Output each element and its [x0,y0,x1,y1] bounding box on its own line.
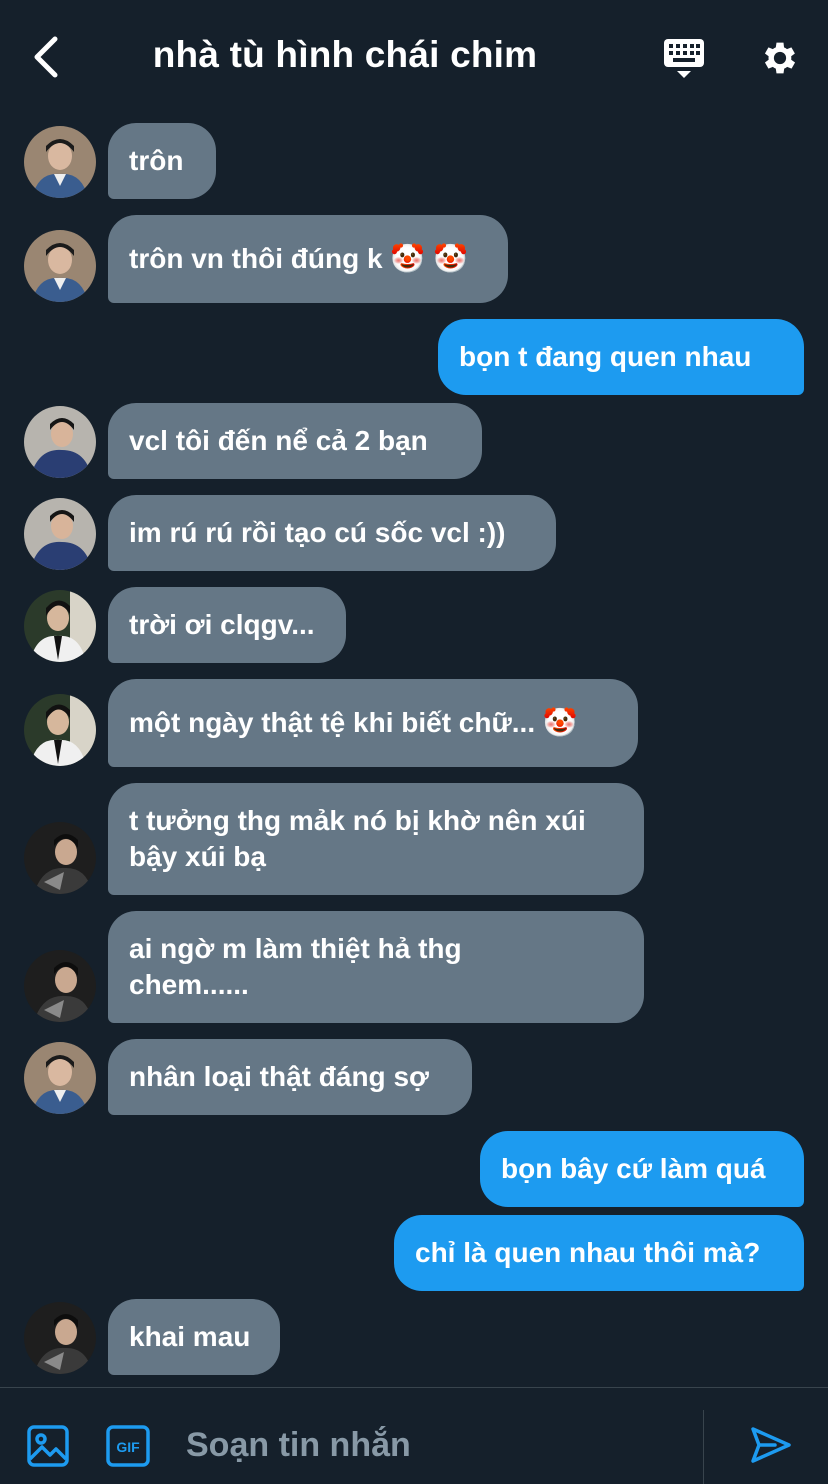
message-bubble[interactable]: t tưởng thg mảk nó bị khờ nên xúi bậy xú… [108,783,644,895]
message-composer: GIF [0,1387,828,1484]
avatar[interactable] [24,1302,96,1374]
message-list[interactable]: trôn trôn vn thôi đúng k 🤡 🤡 bọn t đang … [0,112,828,1387]
conversation-title: nhà tù hình chái chim [152,34,538,75]
send-button[interactable] [748,1422,794,1468]
avatar[interactable] [24,126,96,198]
message-input[interactable] [184,1414,688,1476]
avatar[interactable] [24,1042,96,1114]
gear-icon [764,42,796,74]
avatar[interactable] [24,406,96,478]
send-icon [751,1427,791,1463]
add-image-button[interactable] [26,1424,70,1468]
message-bubble[interactable]: im rú rú rồi tạo cú sốc vcl :)) [108,495,556,571]
avatar[interactable] [24,498,96,570]
keyboard-button[interactable] [660,34,708,82]
avatar[interactable] [24,950,96,1022]
gif-icon: GIF [106,1425,150,1467]
message-bubble[interactable]: trôn vn thôi đúng k 🤡 🤡 [108,215,508,303]
avatar[interactable] [24,590,96,662]
avatar[interactable] [24,230,96,302]
message-bubble[interactable]: bọn t đang quen nhau [438,319,804,395]
message-bubble[interactable]: chỉ là quen nhau thôi mà? [394,1215,804,1291]
message-bubble[interactable]: trôn [108,123,216,199]
message-bubble[interactable]: trời ơi clqgv... [108,587,346,663]
chat-header: nhà tù hình chái chim [0,0,828,112]
keyboard-icon [664,39,704,78]
message-bubble[interactable]: bọn bây cứ làm quá [480,1131,804,1207]
message-bubble[interactable]: nhân loại thật đáng sợ [108,1039,472,1115]
avatar[interactable] [24,822,96,894]
message-bubble[interactable]: ai ngờ m làm thiệt hả thg chem...... [108,911,644,1023]
image-icon [27,1425,69,1467]
avatar[interactable] [24,694,96,766]
message-bubble[interactable]: một ngày thật tệ khi biết chữ... 🤡 [108,679,638,767]
composer-divider [703,1410,704,1484]
settings-button[interactable] [756,34,804,82]
message-bubble[interactable]: vcl tôi đến nể cả 2 bạn [108,403,482,479]
gif-label: GIF [116,1439,140,1455]
add-gif-button[interactable]: GIF [106,1424,150,1468]
message-bubble[interactable]: khai mau [108,1299,280,1375]
